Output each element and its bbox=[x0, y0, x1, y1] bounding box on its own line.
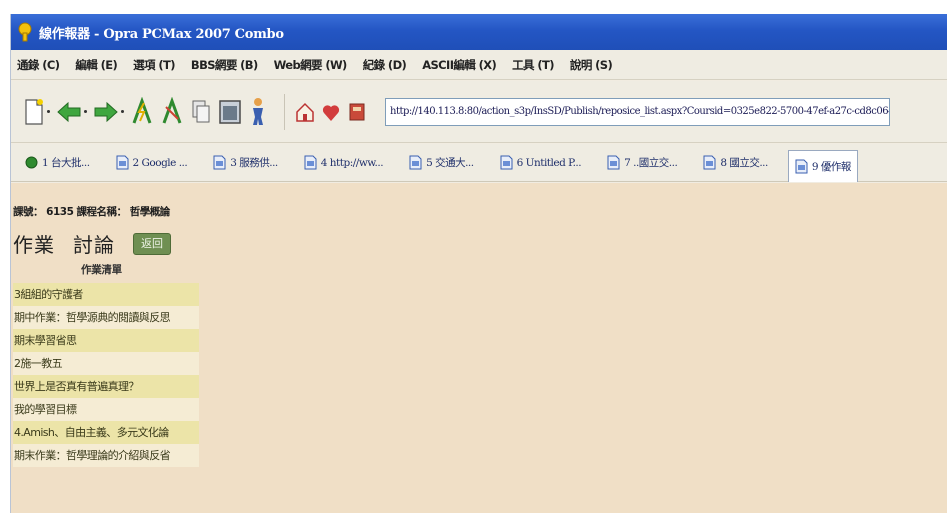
page-icon bbox=[213, 155, 226, 170]
toolbar-separator bbox=[284, 93, 285, 130]
dropdown-dot-icon bbox=[84, 110, 87, 113]
tab-1[interactable]: 1 台大批... bbox=[19, 149, 96, 177]
tab-7[interactable]: 7 ..國立交... bbox=[601, 149, 683, 177]
menu-item-tools[interactable]: 工具 (T) bbox=[512, 57, 554, 73]
page-icon bbox=[500, 155, 513, 170]
tab-discussion[interactable]: 討論 bbox=[73, 229, 115, 258]
copy-button[interactable] bbox=[190, 98, 212, 126]
favorites-button[interactable] bbox=[321, 101, 341, 123]
new-doc-icon bbox=[25, 98, 43, 125]
tab-label: 6 Untitled P... bbox=[516, 156, 582, 169]
tab-label: 5 交通大... bbox=[426, 157, 474, 169]
menu-bar: 通錄 (C) 編輯 (E) 選項 (T) BBS網要 (B) Web網要 (W)… bbox=[11, 50, 947, 80]
page-icon bbox=[409, 155, 422, 170]
assignment-link[interactable]: 期末學習省思 bbox=[13, 329, 199, 352]
page-icon bbox=[795, 159, 808, 173]
toolbar: http://140.113.8:80/action_s3p/InsSD/Pub… bbox=[11, 81, 947, 143]
tab-label: 4 http://ww... bbox=[320, 156, 384, 169]
tab-2[interactable]: 2 Google ... bbox=[110, 149, 194, 177]
assignment-link[interactable]: 我的學習目標 bbox=[13, 398, 199, 421]
tab-5[interactable]: 5 交通大... bbox=[403, 149, 480, 177]
menu-item-options[interactable]: 選項 (T) bbox=[133, 57, 175, 73]
menu-item-log[interactable]: 紀錄 (D) bbox=[363, 57, 407, 73]
tab-label: 2 Google ... bbox=[132, 156, 188, 169]
page-content: 課號： 6135 課程名稱： 哲學概論 作業 討論 返回 作業清單 3組組的守護… bbox=[11, 183, 947, 513]
tab-label: 1 台大批... bbox=[42, 157, 90, 169]
page-icon bbox=[116, 155, 129, 170]
tab-label: 9 優作報 bbox=[811, 160, 852, 173]
back-page-button[interactable]: 返回 bbox=[133, 232, 171, 255]
connect-icon bbox=[132, 96, 152, 124]
window-title: 線作報器 - Opra PCMax 2007 Combo bbox=[39, 26, 284, 42]
back-arrow-icon bbox=[57, 101, 81, 122]
menu-item-connect[interactable]: 通錄 (C) bbox=[17, 57, 60, 73]
title-bar: 線作報器 - Opra PCMax 2007 Combo bbox=[11, 14, 947, 50]
address-bar[interactable]: http://140.113.8:80/action_s3p/InsSD/Pub… bbox=[385, 97, 890, 126]
history-icon bbox=[349, 103, 365, 120]
menu-item-web[interactable]: Web網要 (W) bbox=[274, 57, 348, 73]
menu-item-ascii[interactable]: ASCII編輯 (X) bbox=[422, 57, 497, 73]
copy-icon bbox=[192, 100, 210, 122]
page-icon bbox=[304, 155, 317, 170]
new-button[interactable] bbox=[23, 98, 50, 126]
tab-label: 7 ..國立交... bbox=[624, 157, 678, 169]
tab-bar: 1 台大批... 2 Google ... 3 服務供... 4 http://… bbox=[11, 144, 947, 182]
tab-4[interactable]: 4 http://ww... bbox=[298, 149, 389, 177]
forward-arrow-icon bbox=[94, 101, 118, 122]
page-icon bbox=[703, 155, 716, 170]
tab-3[interactable]: 3 服務供... bbox=[207, 149, 284, 177]
assignment-list-header: 作業清單 bbox=[81, 264, 122, 276]
figure-icon bbox=[253, 97, 263, 125]
tab-assignments[interactable]: 作業 bbox=[13, 229, 55, 258]
window-button[interactable] bbox=[218, 98, 242, 126]
forward-button[interactable] bbox=[93, 100, 124, 124]
tab-9-active[interactable]: 9 優作報 bbox=[787, 149, 858, 182]
history-button[interactable] bbox=[347, 101, 367, 123]
assignment-link[interactable]: 世界上是否真有普遍真理？ bbox=[13, 375, 199, 398]
dropdown-dot-icon bbox=[121, 110, 124, 113]
window-icon bbox=[219, 99, 241, 124]
menu-item-help[interactable]: 說明 (S) bbox=[570, 57, 613, 73]
assignment-link[interactable]: 期末作業：哲學理論的介紹與反省 bbox=[13, 444, 199, 467]
tab-6[interactable]: 6 Untitled P... bbox=[494, 149, 588, 177]
disconnect-button[interactable] bbox=[160, 96, 184, 127]
menu-item-edit[interactable]: 編輯 (E) bbox=[75, 57, 117, 73]
home-icon bbox=[296, 102, 314, 122]
assignment-link[interactable]: 4.Amish、自由主義、多元文化論 bbox=[13, 421, 199, 444]
tab-label: 3 服務供... bbox=[230, 157, 278, 169]
browser-window: 線作報器 - Opra PCMax 2007 Combo 通錄 (C) 編輯 (… bbox=[10, 14, 947, 513]
figure-button[interactable] bbox=[248, 97, 268, 127]
disconnect-icon bbox=[162, 96, 182, 124]
assignment-link[interactable]: 2施一教五 bbox=[13, 352, 199, 375]
page-icon bbox=[607, 155, 620, 170]
connect-button[interactable] bbox=[130, 96, 154, 127]
back-button[interactable] bbox=[56, 100, 87, 124]
dropdown-dot-icon bbox=[47, 110, 50, 113]
assignment-list: 3組組的守護者 期中作業：哲學源典的閱讀與反思 期末學習省思 2施一教五 世界上… bbox=[13, 283, 199, 467]
tab-label: 8 國立交... bbox=[720, 157, 768, 169]
address-text: http://140.113.8:80/action_s3p/InsSD/Pub… bbox=[390, 106, 890, 117]
course-info: 課號： 6135 課程名稱： 哲學概論 bbox=[13, 206, 170, 218]
tab-8[interactable]: 8 國立交... bbox=[697, 149, 774, 177]
page-tabs: 作業 討論 返回 bbox=[13, 229, 171, 258]
assignment-link[interactable]: 期中作業：哲學源典的閱讀與反思 bbox=[13, 306, 199, 329]
green-dot-icon bbox=[25, 156, 38, 169]
favorites-icon bbox=[322, 104, 340, 121]
app-logo-icon bbox=[18, 22, 32, 42]
home-button[interactable] bbox=[295, 101, 315, 123]
assignment-link[interactable]: 3組組的守護者 bbox=[13, 283, 199, 306]
menu-item-bbs[interactable]: BBS網要 (B) bbox=[191, 57, 258, 73]
